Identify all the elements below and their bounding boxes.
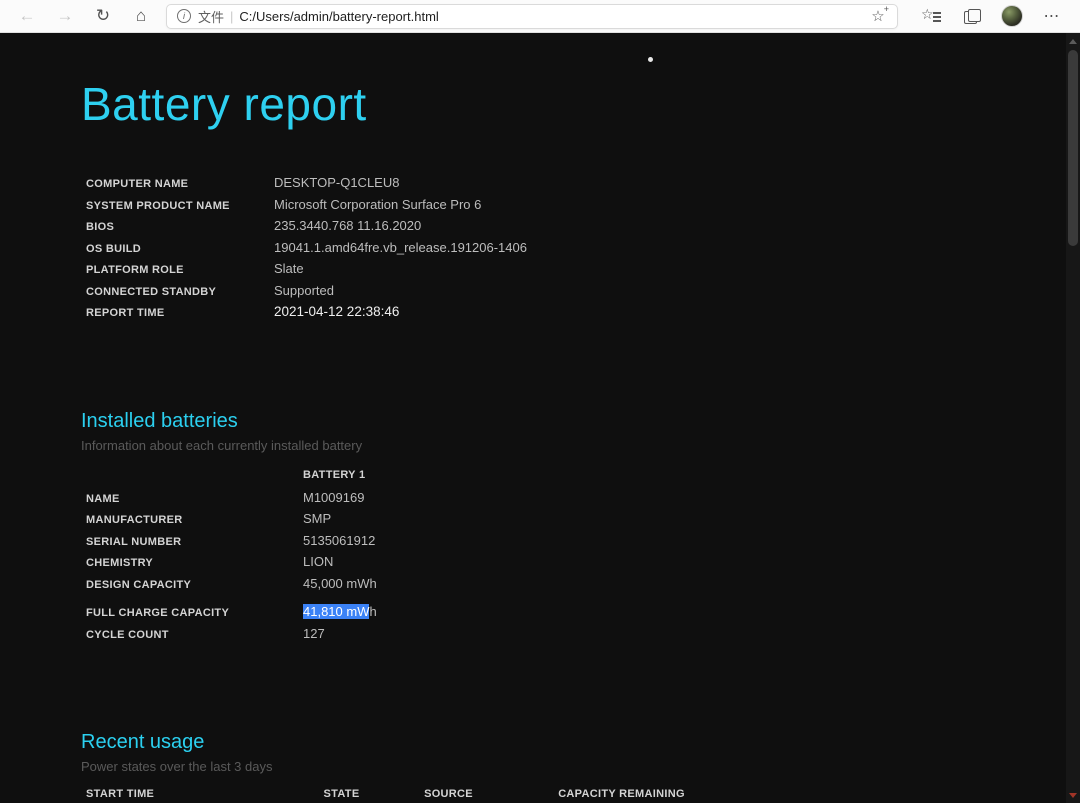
- refresh-icon: ↻: [95, 6, 111, 25]
- cursor-dot: [648, 57, 653, 62]
- table-row-full-charge-capacity: FULL CHARGE CAPACITY 41,810 mWh: [86, 604, 377, 619]
- info-icon[interactable]: i: [177, 9, 191, 23]
- installed-batteries-subtitle: Information about each currently install…: [81, 437, 363, 453]
- table-row: CYCLE COUNT 127: [86, 625, 325, 641]
- table-row: DESIGN CAPACITY 45,000 mWh: [86, 575, 377, 591]
- table-row: MANUFACTURER SMP: [86, 511, 332, 526]
- home-button[interactable]: ⌂: [126, 2, 156, 30]
- favorites-button[interactable]: [917, 2, 947, 30]
- table-row: CONNECTED STANDBY Supported: [86, 282, 334, 298]
- collections-button[interactable]: [957, 2, 987, 30]
- table-row: OS BUILD 19041.1.amd64fre.vb_release.191…: [86, 239, 527, 255]
- recent-usage-table: START TIME STATE SOURCE CAPACITY REMAINI…: [81, 788, 1080, 803]
- table-row: COMPUTER NAME DESKTOP-Q1CLEU8: [86, 175, 400, 190]
- home-icon: ⌂: [135, 6, 147, 25]
- table-row: REPORT TIME 2021-04-12 22:38:46: [86, 304, 400, 319]
- more-icon: ⋯: [1043, 8, 1061, 25]
- column-header-capacity-remaining: CAPACITY REMAINING: [558, 788, 685, 800]
- column-header-state: STATE: [323, 788, 360, 800]
- column-header-start-time: START TIME: [86, 788, 155, 800]
- system-info-table: COMPUTER NAME DESKTOP-Q1CLEU8 SYSTEM PRO…: [86, 175, 1080, 326]
- page-title: Battery report: [81, 78, 367, 130]
- battery-column-header: BATTERY 1: [303, 468, 366, 481]
- table-row: SERIAL NUMBER 5135061912: [86, 532, 376, 548]
- address-bar[interactable]: i 文件 | C:/Users/admin/battery-report.htm…: [166, 3, 898, 29]
- table-row: NAME M1009169: [86, 489, 365, 505]
- refresh-button[interactable]: ↻: [88, 2, 118, 30]
- table-row: CHEMISTRY LION: [86, 554, 334, 569]
- vertical-scrollbar[interactable]: [1066, 33, 1080, 803]
- profile-button[interactable]: [997, 2, 1027, 30]
- browser-toolbar: ← → ↻ ⌂ i 文件 | C:/Users/admin/battery-re…: [0, 0, 1080, 33]
- selected-text: 41,810 mW: [303, 604, 370, 619]
- scroll-down-icon[interactable]: [1069, 793, 1077, 798]
- avatar: [1001, 5, 1023, 27]
- back-button[interactable]: ←: [12, 2, 42, 30]
- toolbar-right-cluster: ⋯: [907, 2, 1067, 30]
- battery-report-page: Battery report COMPUTER NAME DESKTOP-Q1C…: [0, 33, 1080, 803]
- recent-usage-subtitle: Power states over the last 3 days: [81, 759, 273, 774]
- url-text: C:/Users/admin/battery-report.html: [239, 8, 439, 24]
- back-icon: ←: [18, 6, 36, 25]
- url-scheme-label: 文件: [198, 9, 225, 25]
- battery-table-header: BATTERY 1: [86, 469, 1080, 490]
- battery-table: BATTERY 1 NAME M1009169 MANUFACTURER SMP…: [86, 469, 1080, 648]
- favorites-icon: [921, 6, 941, 24]
- settings-menu-button[interactable]: ⋯: [1037, 2, 1067, 30]
- table-row: PLATFORM ROLE Slate: [86, 261, 304, 276]
- installed-batteries-heading: Installed batteries: [81, 409, 238, 432]
- scrollbar-thumb[interactable]: [1068, 50, 1078, 246]
- table-row: SYSTEM PRODUCT NAME Microsoft Corporatio…: [86, 196, 482, 212]
- recent-usage-heading: Recent usage: [81, 731, 205, 753]
- collections-icon: [963, 8, 981, 24]
- forward-icon: →: [56, 6, 74, 25]
- forward-button[interactable]: →: [50, 2, 80, 30]
- recent-usage-header-row: START TIME STATE SOURCE CAPACITY REMAINI…: [81, 788, 1080, 803]
- scroll-up-icon[interactable]: [1069, 39, 1077, 44]
- table-row: BIOS 235.3440.768 11.16.2020: [86, 218, 422, 233]
- url-separator: |: [230, 8, 234, 24]
- column-header-source: SOURCE: [424, 788, 473, 800]
- add-favorite-icon[interactable]: ☆ +: [867, 4, 889, 25]
